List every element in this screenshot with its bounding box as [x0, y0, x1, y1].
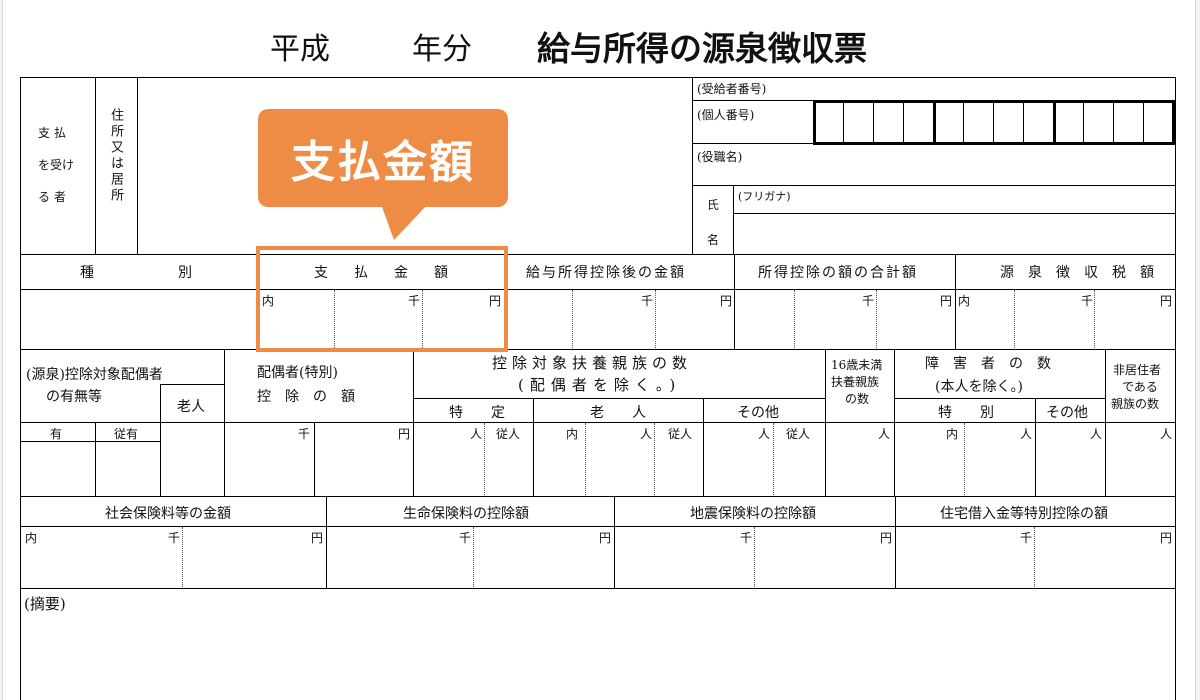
spouse-header-2: の有無等 [46, 389, 102, 405]
title-year-suffix: 年分 [412, 32, 472, 67]
tax-inner-unit: 内 [958, 294, 971, 308]
special-deduction-header-2: 控 除 の 額 [257, 389, 355, 405]
dependents-field[interactable] [414, 423, 824, 495]
spouse-yes-label: 有 [50, 427, 63, 441]
dependents-header-1: 控除対象扶養親族の数 [492, 354, 693, 372]
position-label: (役職名) [697, 150, 743, 164]
disabled-header-2: (本人を除く。) [935, 379, 1023, 395]
nonresident-field[interactable] [1106, 423, 1174, 495]
special-deduction-header-1: 配偶者(特別) [257, 365, 338, 381]
spouse-header-1: (源泉)控除対象配偶者 [26, 367, 163, 383]
address-label: 住所又は居所 [108, 108, 123, 204]
housing-loan-header: 住宅借入金等特別控除の額 [940, 506, 1108, 522]
furigana-label: (フリガナ) [738, 190, 791, 203]
disabled-header-1: 障 害 者 の 数 [925, 356, 1051, 372]
total-thousand-unit: 千 [862, 294, 875, 308]
special-deduction-field[interactable] [225, 423, 412, 495]
withholding-tax-field[interactable] [956, 290, 1174, 348]
tax-yen-unit: 円 [1160, 294, 1173, 308]
after-deduction-header: 給与所得控除後の金額 [526, 265, 686, 281]
name-label-1: 氏 [707, 198, 720, 212]
spouse-field[interactable] [21, 442, 159, 495]
withholding-tax-header: 源 泉 徴 収 税 額 [1000, 265, 1154, 281]
after-deduction-field[interactable] [505, 290, 733, 348]
dep-other-header: その他 [737, 405, 779, 421]
disabled-field[interactable] [895, 423, 1104, 495]
nonresident-header-2: である [1122, 380, 1158, 394]
title-era: 平成 [270, 32, 330, 67]
payee-label-1: 支払 [38, 126, 71, 140]
tax-thousand-unit: 千 [1081, 294, 1094, 308]
callout-pointer [381, 204, 428, 240]
under16-header-1: 16歳未満 [831, 358, 883, 372]
kind-field[interactable] [21, 290, 257, 348]
total-deduction-field[interactable] [735, 290, 954, 348]
social-insurance-header: 社会保険料等の金額 [105, 506, 231, 522]
payee-label-3: る 者 [38, 190, 66, 204]
dis-special-header: 特 別 [938, 405, 994, 421]
earthquake-insurance-field[interactable] [615, 527, 894, 587]
life-insurance-field[interactable] [327, 527, 613, 587]
name-label-2: 名 [707, 233, 720, 247]
social-insurance-field[interactable] [21, 527, 325, 587]
housing-loan-field[interactable] [896, 527, 1174, 587]
payment-amount-highlight [256, 246, 508, 352]
dep-elderly-header: 老 人 [590, 405, 646, 421]
recipient-no-label: (受給者番号) [697, 82, 767, 96]
elderly-spouse-header: 老人 [177, 399, 205, 415]
under16-header-3: の数 [845, 392, 870, 406]
dep-special-header: 特 定 [449, 405, 505, 421]
after-thousand-unit: 千 [641, 294, 654, 308]
total-deduction-header: 所得控除の額の合計額 [758, 265, 918, 281]
remarks-field[interactable] [21, 589, 1174, 699]
dis-other-header: その他 [1046, 405, 1088, 421]
nonresident-header-3: 親族の数 [1111, 397, 1160, 411]
total-yen-unit: 円 [940, 294, 953, 308]
life-insurance-header: 生命保険料の控除額 [403, 506, 529, 522]
title-main: 給与所得の源泉徴収票 [537, 29, 867, 68]
under16-header-2: 扶養親族 [831, 375, 880, 389]
nonresident-header-1: 非居住者 [1113, 363, 1162, 377]
after-yen-unit: 円 [720, 294, 733, 308]
payment-amount-callout: 支払金額 [258, 109, 508, 207]
payee-label-2: を受け [38, 158, 75, 172]
under16-field[interactable] [826, 423, 893, 495]
kind-header: 種 別 [80, 265, 192, 281]
form-title: 平成 年分 給与所得の源泉徴収票 [0, 16, 1200, 72]
earthquake-insurance-header: 地震保険料の控除額 [690, 506, 816, 522]
dependents-header-2: (配偶者を除く。) [518, 376, 682, 394]
callout-label: 支払金額 [291, 137, 475, 188]
my-number-label: (個人番号) [697, 108, 755, 122]
spouse-jyuyu-label: 従有 [114, 427, 139, 441]
